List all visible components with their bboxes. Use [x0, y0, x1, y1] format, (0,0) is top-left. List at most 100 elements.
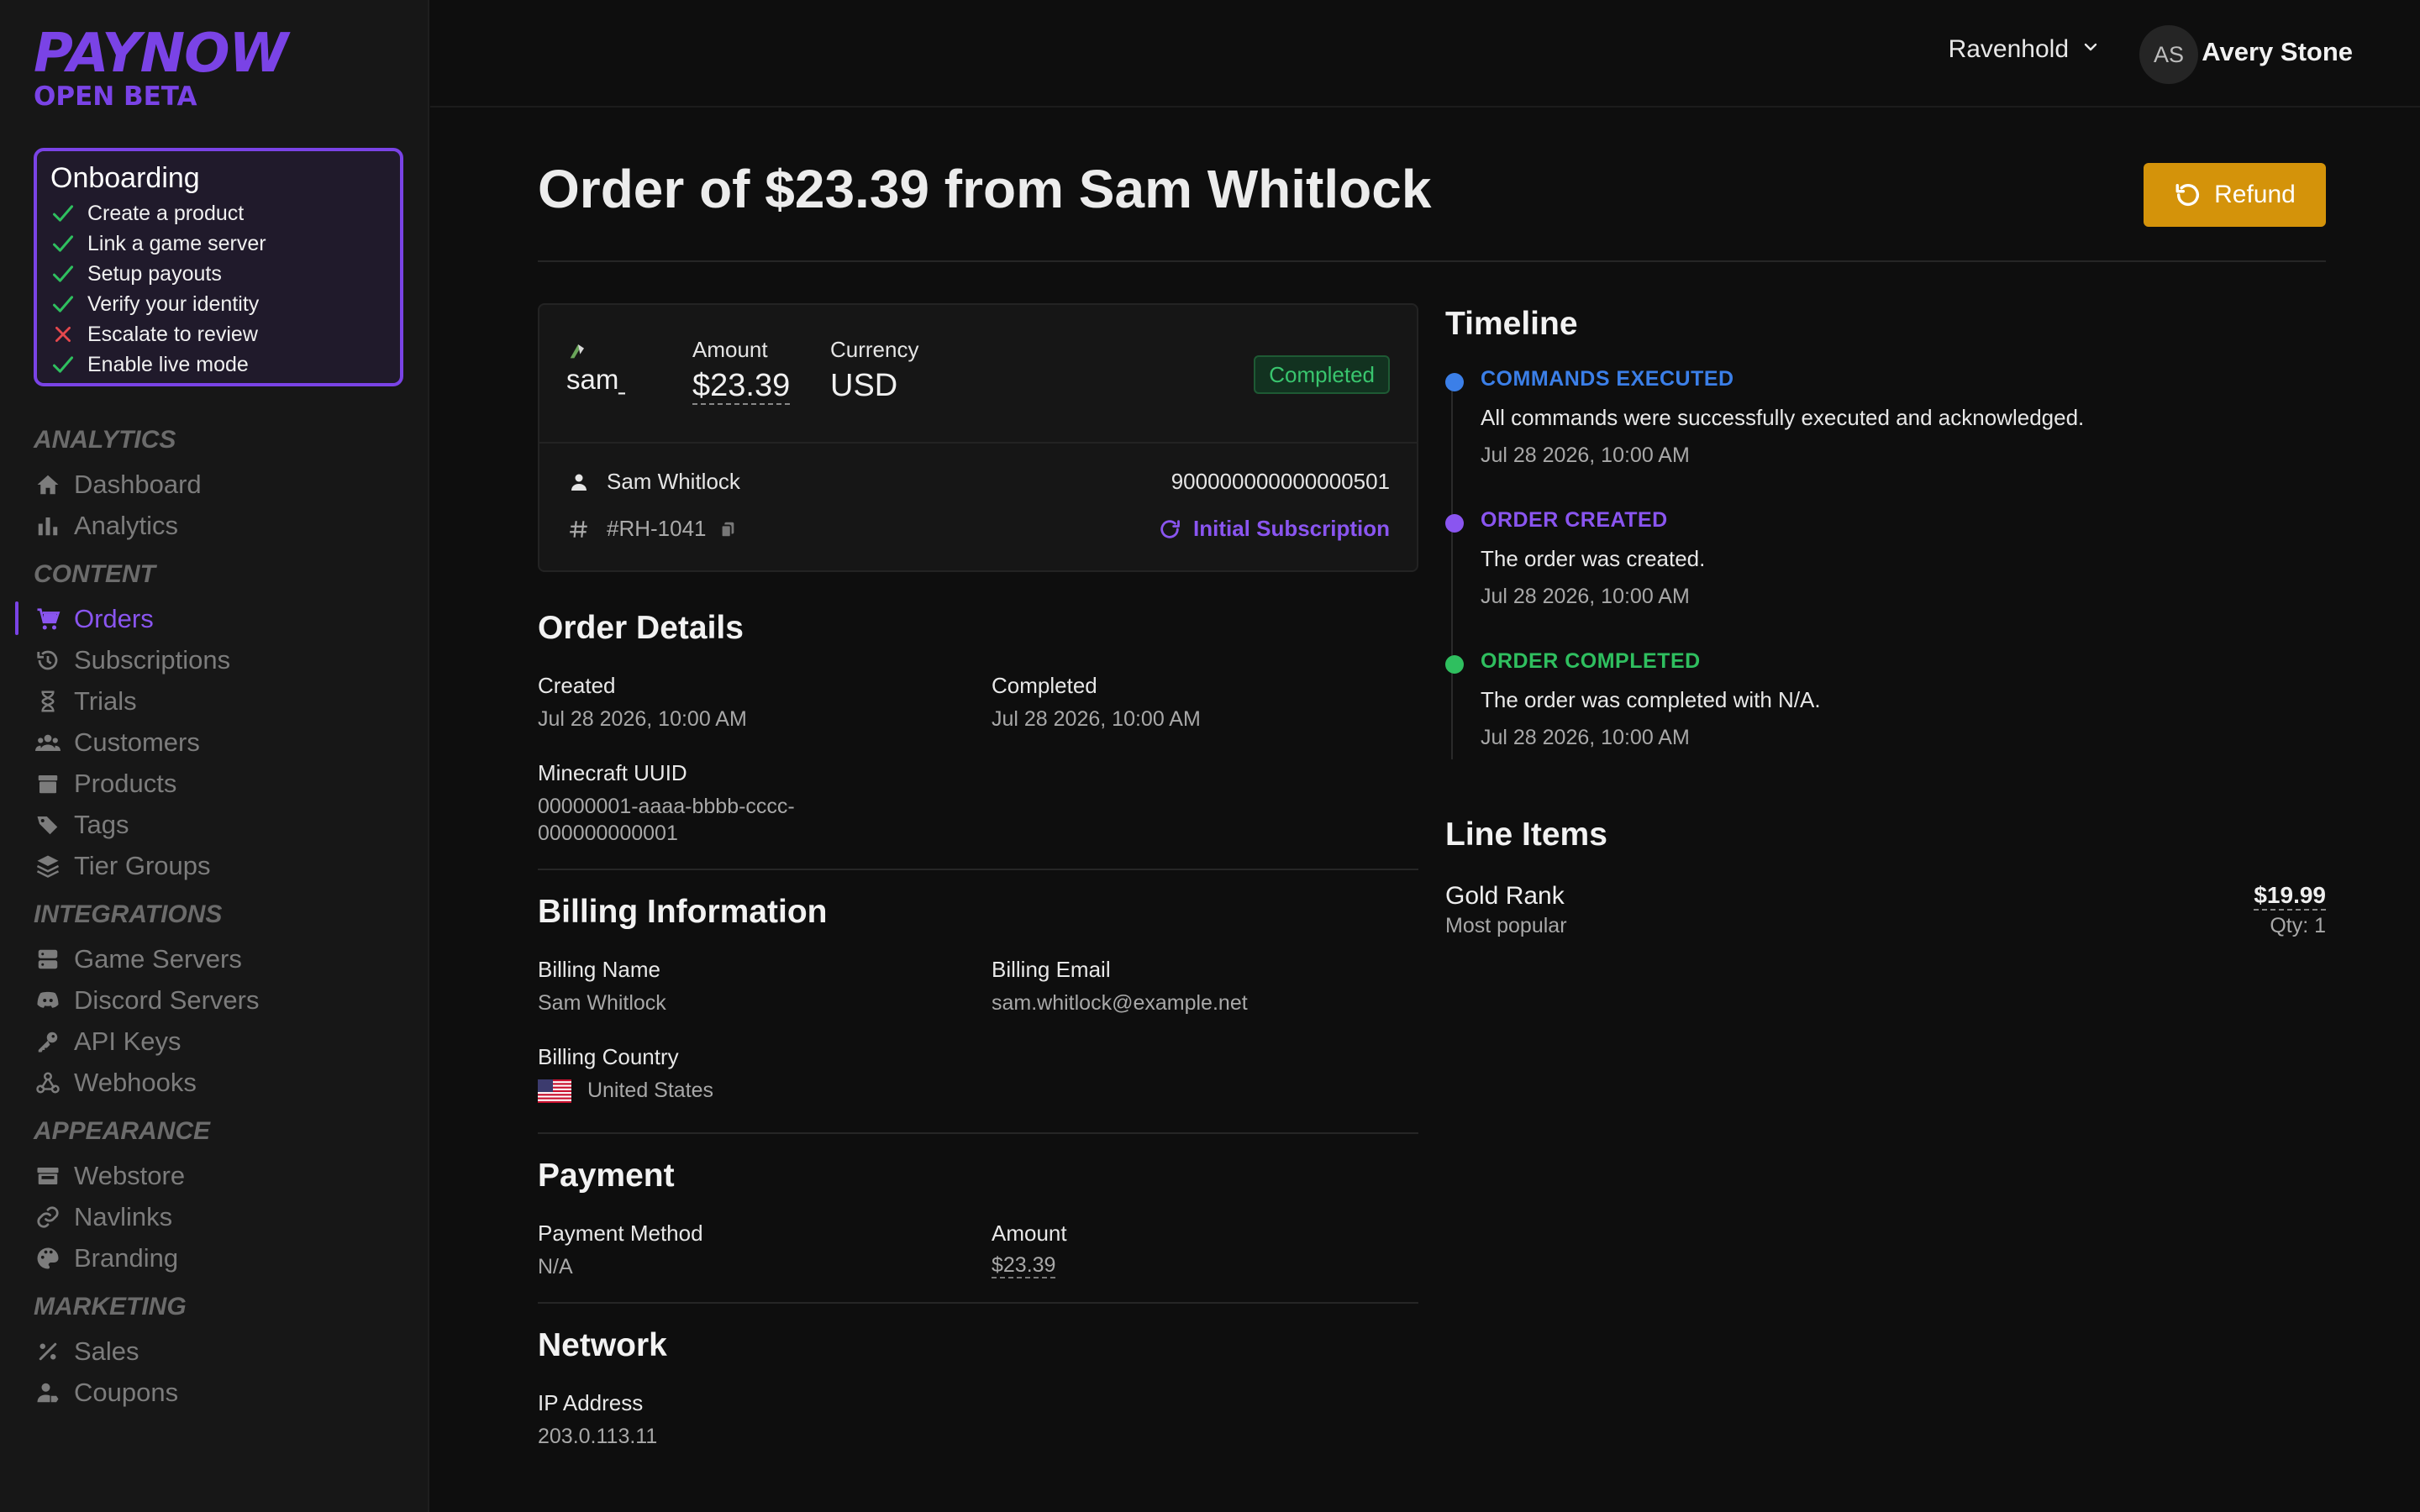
order-card-meta: Sam Whitlock #RH-1041 900000000000000501…: [539, 444, 1417, 571]
nav-section-analytics: ANALYTICS: [34, 426, 176, 454]
created-label: Created: [538, 673, 616, 698]
timeline-dot: [1445, 514, 1464, 533]
sidebar-item-webstore[interactable]: Webstore: [0, 1155, 429, 1196]
initial-subscription-link[interactable]: Initial Subscription: [1158, 516, 1390, 542]
sidebar-item-sales[interactable]: Sales: [0, 1331, 429, 1372]
timeline-heading: Timeline: [1445, 306, 1578, 342]
palette-icon: [34, 1244, 62, 1273]
order-id: 900000000000000501: [1171, 469, 1390, 494]
check-icon: [50, 261, 76, 286]
refund-button[interactable]: Refund: [2144, 163, 2326, 227]
payment-method-value: N/A: [538, 1255, 573, 1278]
order-summary-card: sam_v Amount $23.39 Currency USD Complet…: [538, 303, 1418, 572]
bar-chart-icon: [34, 512, 62, 540]
sidebar-item-analytics[interactable]: Analytics: [0, 505, 429, 546]
timeline-event-title: ORDER COMPLETED: [1481, 649, 1701, 673]
ip-address-field: IP Address 203.0.113.11: [538, 1389, 657, 1450]
line-item-name[interactable]: Gold Rank: [1445, 882, 1565, 911]
amount-value[interactable]: $23.39: [692, 368, 791, 405]
payment-amount-value[interactable]: $23.39: [992, 1253, 1056, 1278]
line-items-heading: Line Items: [1445, 816, 1607, 853]
timeline-event-time: Jul 28 2026, 10:00 AM: [1481, 726, 1690, 749]
sidebar-item-dashboard[interactable]: Dashboard: [0, 464, 429, 505]
sidebar-item-subscriptions[interactable]: Subscriptions: [0, 639, 429, 680]
archive-icon: [34, 769, 62, 798]
sidebar-item-orders[interactable]: Orders: [0, 598, 429, 639]
currency-value: USD: [830, 368, 898, 403]
sidebar-item-tier-groups[interactable]: Tier Groups: [0, 845, 429, 886]
ip-address-label: IP Address: [538, 1390, 644, 1415]
workspace-switcher[interactable]: Ravenhold: [1949, 35, 2101, 64]
copy-icon[interactable]: [718, 520, 737, 538]
discord-icon: [34, 986, 62, 1015]
sidebar-item-discord-servers[interactable]: Discord Servers: [0, 979, 429, 1021]
onboarding-item-label: Link a game server: [87, 231, 266, 255]
uuid-value-line2: 000000000001: [538, 822, 678, 845]
customer-name[interactable]: Sam Whitlock: [607, 469, 740, 495]
payment-heading: Payment: [538, 1158, 675, 1194]
nav-section-appearance: APPEARANCE: [34, 1117, 211, 1145]
sidebar: PAYNOW OPEN BETA Onboarding Create a pro…: [0, 0, 429, 1512]
sidebar-item-tags[interactable]: Tags: [0, 804, 429, 845]
chevron-down-icon: [2081, 35, 2101, 64]
sidebar-item-label: Orders: [74, 603, 154, 633]
sidebar-item-customers[interactable]: Customers: [0, 722, 429, 763]
timeline-event-title: COMMANDS EXECUTED: [1481, 367, 1734, 391]
onboarding-checklist[interactable]: Onboarding Create a product Link a game …: [34, 148, 403, 386]
percent-icon: [34, 1337, 62, 1366]
onboarding-item-label: Escalate to review: [87, 322, 258, 346]
brand-logo[interactable]: PAYNOW OPEN BETA: [34, 23, 288, 111]
billing-country-row: United States: [538, 1077, 713, 1104]
sidebar-item-coupons[interactable]: Coupons: [0, 1372, 429, 1413]
sidebar-item-api-keys[interactable]: API Keys: [0, 1021, 429, 1062]
divider: [538, 869, 1418, 870]
onboarding-item: Enable live mode: [50, 349, 387, 380]
server-icon: [34, 945, 62, 974]
sidebar-item-trials[interactable]: Trials: [0, 680, 429, 722]
sidebar-item-navlinks[interactable]: Navlinks: [0, 1196, 429, 1237]
workspace-name: Ravenhold: [1948, 35, 2069, 63]
broken-image-icon: [566, 337, 590, 360]
user-icon: [566, 472, 592, 492]
nav-section-content: CONTENT: [34, 560, 155, 588]
top-bar: Ravenhold AS Avery Stone: [430, 0, 2420, 108]
payment-method-label: Payment Method: [538, 1221, 703, 1246]
sidebar-item-label: Trials: [74, 685, 137, 716]
sidebar-item-products[interactable]: Products: [0, 763, 429, 804]
brand-name: PAYNOW: [34, 23, 288, 85]
order-reference: #RH-1041: [607, 516, 707, 541]
onboarding-item: Setup payouts: [50, 259, 387, 289]
completed-value: Jul 28 2026, 10:00 AM: [992, 707, 1201, 731]
sidebar-item-branding[interactable]: Branding: [0, 1237, 429, 1278]
avatar[interactable]: AS: [2139, 25, 2198, 84]
line-item-subtitle: Most popular: [1445, 914, 1567, 937]
billing-name-label: Billing Name: [538, 957, 660, 982]
billing-email-value: sam.whitlock@example.net: [992, 991, 1248, 1015]
check-icon: [50, 291, 76, 317]
ip-address-value: 203.0.113.11: [538, 1425, 658, 1448]
sidebar-item-game-servers[interactable]: Game Servers: [0, 938, 429, 979]
onboarding-item: Link a game server: [50, 228, 387, 259]
billing-country-label: Billing Country: [538, 1044, 679, 1069]
users-icon: [34, 728, 62, 757]
history-icon: [34, 646, 62, 675]
page-title: Order of $23.39 from Sam Whitlock: [538, 159, 1432, 219]
check-icon: [50, 352, 76, 377]
sidebar-item-label: Webstore: [74, 1160, 186, 1190]
billing-country-field: Billing Country United States: [538, 1043, 713, 1104]
customer-row: Sam Whitlock: [566, 469, 740, 495]
layers-icon: [34, 852, 62, 880]
amount-block: Amount $23.39: [692, 337, 791, 405]
undo-icon: [2174, 181, 2202, 209]
initial-subscription-label: Initial Subscription: [1192, 516, 1390, 541]
player-avatar: sam_v: [566, 337, 625, 412]
webhook-icon: [34, 1068, 62, 1097]
line-item-price[interactable]: $19.99: [2254, 882, 2326, 911]
sidebar-item-webhooks[interactable]: Webhooks: [0, 1062, 429, 1103]
amount-label: Amount: [692, 337, 768, 362]
user-name[interactable]: Avery Stone: [2202, 37, 2353, 67]
onboarding-item-label: Create a product: [87, 201, 245, 225]
sidebar-item-label: Game Servers: [74, 943, 242, 974]
tags-icon: [34, 811, 62, 839]
timeline-event-title: ORDER CREATED: [1481, 508, 1668, 532]
